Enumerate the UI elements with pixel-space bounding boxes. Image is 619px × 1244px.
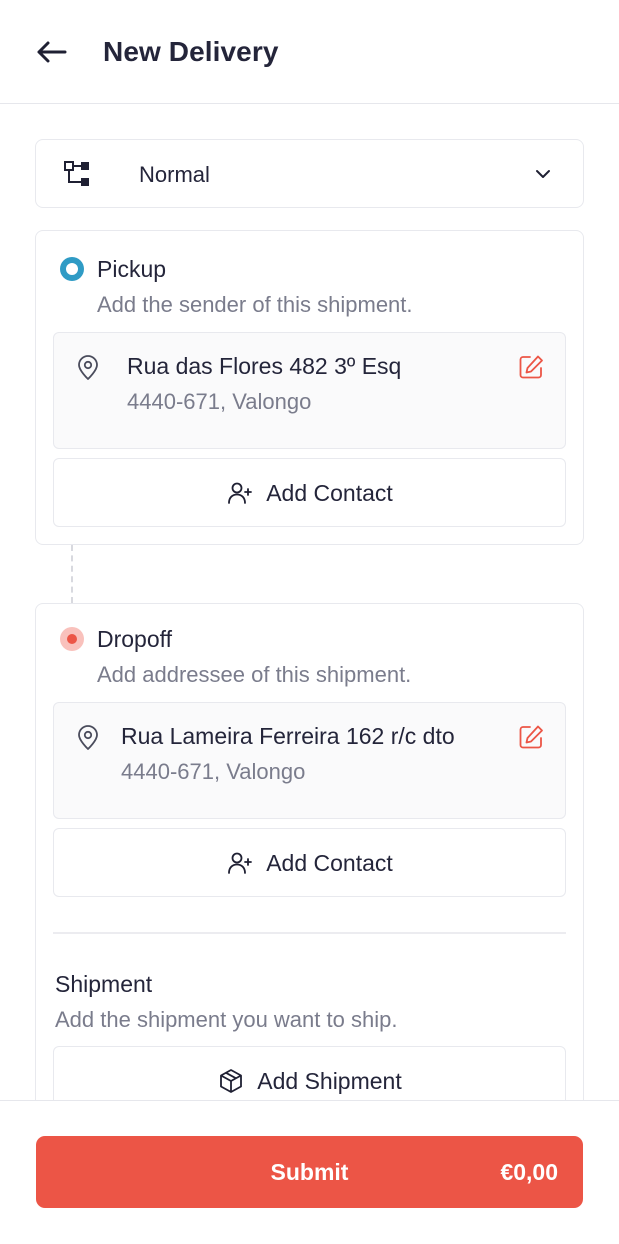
shipment-title: Shipment xyxy=(55,971,153,997)
pickup-address-line1: Rua das Flores 482 3º Esq xyxy=(127,353,402,379)
page-title: New Delivery xyxy=(103,36,279,67)
dropoff-address: Rua Lameira Ferreira 162 r/c dto 4440-67… xyxy=(53,702,566,819)
chevron-down-icon xyxy=(536,170,550,178)
dropoff-subtitle: Add addressee of this shipment. xyxy=(97,662,412,687)
user-plus-icon xyxy=(228,482,253,504)
route-connector xyxy=(71,545,73,603)
package-icon xyxy=(220,1068,243,1093)
dropoff-add-contact-button[interactable]: Add Contact xyxy=(53,828,566,897)
add-shipment-label: Add Shipment xyxy=(257,1067,402,1094)
app-header: New Delivery xyxy=(0,0,619,104)
delivery-type-select[interactable]: Normal xyxy=(35,139,584,208)
dropoff-address-line1: Rua Lameira Ferreira 162 r/c dto xyxy=(121,723,455,749)
user-plus-icon xyxy=(228,852,253,874)
dropoff-radio[interactable] xyxy=(60,627,84,651)
dropoff-address-line2: 4440-671, Valongo xyxy=(121,759,306,784)
section-divider xyxy=(53,932,566,934)
total-price: €0,00 xyxy=(500,1159,558,1185)
dropoff-add-contact-label: Add Contact xyxy=(266,849,393,876)
edit-icon[interactable] xyxy=(517,353,545,381)
pickup-title: Pickup xyxy=(97,256,167,282)
pickup-radio[interactable] xyxy=(60,257,84,281)
location-pin-icon xyxy=(78,355,98,380)
delivery-type-value: Normal xyxy=(139,162,210,187)
back-button[interactable] xyxy=(30,32,72,72)
footer-bar: Submit €0,00 xyxy=(0,1100,619,1244)
location-pin-icon xyxy=(78,725,98,750)
edit-icon[interactable] xyxy=(517,723,545,751)
pickup-subtitle: Add the sender of this shipment. xyxy=(97,292,413,317)
submit-button[interactable]: Submit €0,00 xyxy=(36,1136,583,1208)
pickup-add-contact-label: Add Contact xyxy=(266,479,393,506)
arrow-left-icon xyxy=(37,41,67,63)
shipment-subtitle: Add the shipment you want to ship. xyxy=(55,1007,398,1032)
pickup-address-line2: 4440-671, Valongo xyxy=(127,389,312,414)
pickup-add-contact-button[interactable]: Add Contact xyxy=(53,458,566,527)
pickup-address: Rua das Flores 482 3º Esq 4440-671, Valo… xyxy=(53,332,566,449)
dropoff-title: Dropoff xyxy=(97,626,173,652)
hierarchy-icon xyxy=(64,161,89,186)
